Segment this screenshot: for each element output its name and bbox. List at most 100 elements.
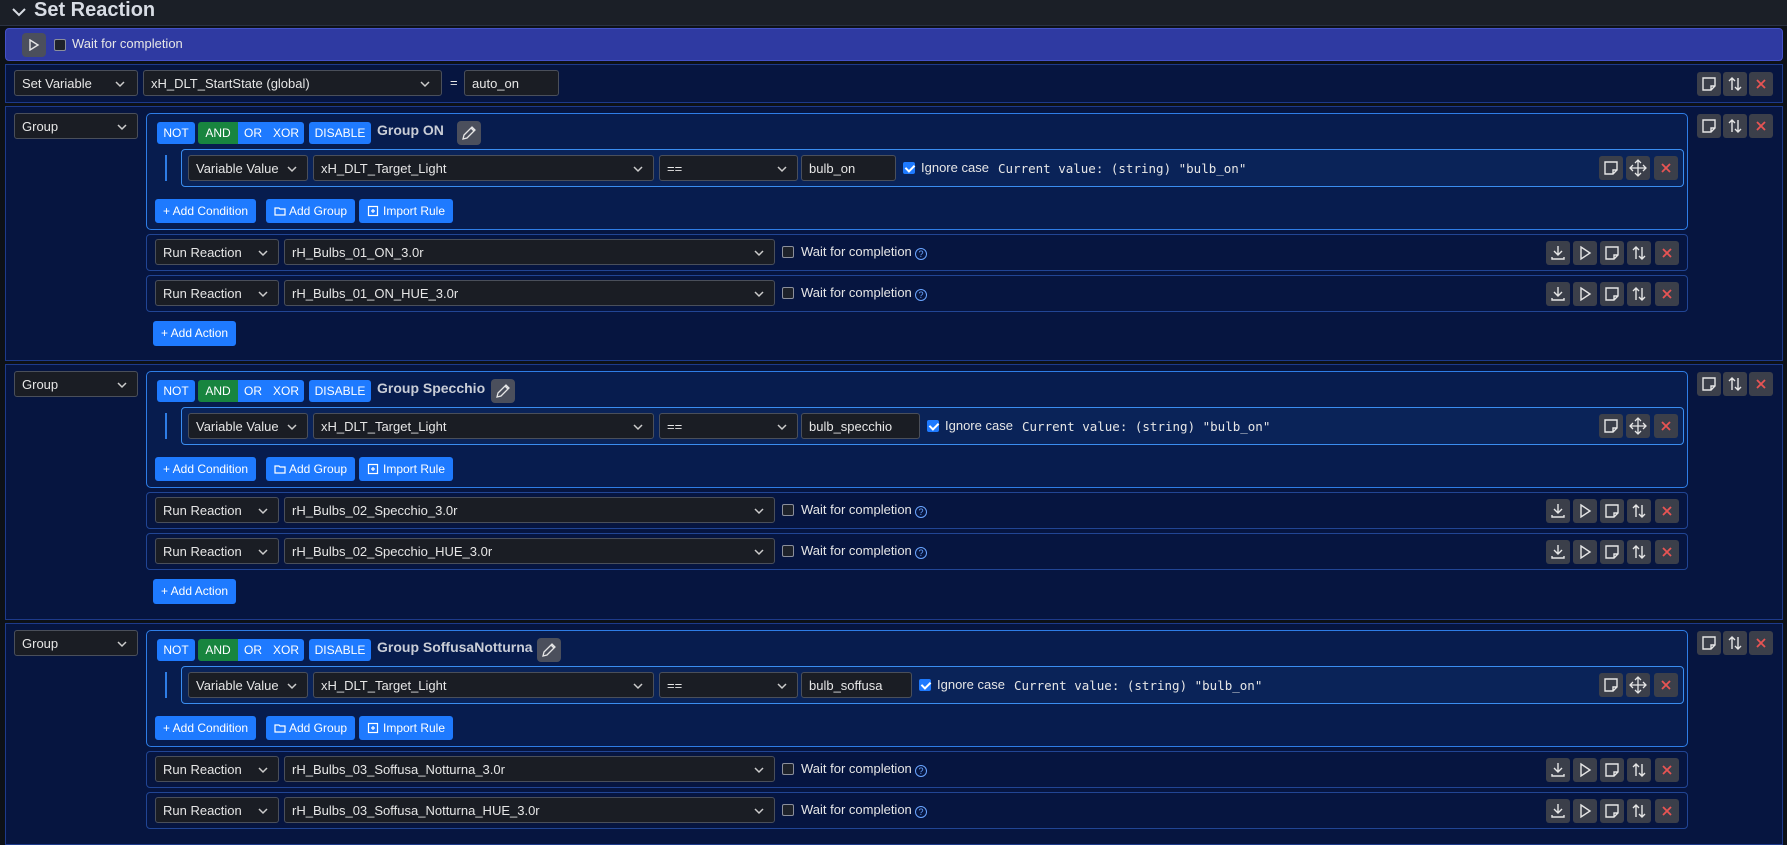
ignore-case-checkbox[interactable] [927, 420, 939, 432]
group-type-select[interactable]: Group [14, 630, 138, 656]
download-button[interactable] [1546, 540, 1570, 564]
group-delete-button[interactable] [1749, 114, 1773, 138]
run-button[interactable] [1573, 241, 1597, 265]
chevron-down-icon[interactable] [11, 4, 27, 20]
download-button[interactable] [1546, 758, 1570, 782]
xor-toggle[interactable]: XOR [268, 122, 304, 144]
add-condition-button[interactable]: + Add Condition [155, 716, 257, 740]
help-icon[interactable]: ? [915, 248, 927, 260]
or-toggle[interactable]: OR [238, 639, 268, 661]
run-button[interactable] [1573, 282, 1597, 306]
add-condition-button[interactable]: + Add Condition [155, 457, 257, 481]
help-icon[interactable]: ? [915, 806, 927, 818]
variable-select[interactable]: xH_DLT_StartState (global) [143, 70, 442, 96]
and-toggle[interactable]: AND [198, 122, 238, 144]
note-button[interactable] [1600, 241, 1624, 265]
wait-completion-checkbox[interactable] [782, 287, 794, 299]
and-toggle[interactable]: AND [198, 639, 238, 661]
condition-value-input[interactable]: bulb_soffusa [801, 672, 912, 698]
or-toggle[interactable]: OR [238, 122, 268, 144]
add-action-button[interactable]: + Add Action [153, 579, 237, 604]
run-button[interactable] [1573, 758, 1597, 782]
note-button[interactable] [1600, 540, 1624, 564]
help-icon[interactable]: ? [915, 506, 927, 518]
condition-note-button[interactable] [1599, 156, 1623, 180]
reorder-button[interactable] [1723, 72, 1747, 96]
action-type-select[interactable]: Run Reaction [155, 280, 279, 306]
reaction-select[interactable]: rH_Bulbs_03_Soffusa_Notturna_3.0r [284, 756, 775, 782]
disable-toggle[interactable]: DISABLE [309, 639, 371, 661]
import-rule-button[interactable]: Import Rule [359, 716, 454, 740]
note-button[interactable] [1600, 758, 1624, 782]
wait-completion-checkbox[interactable] [782, 545, 794, 557]
not-toggle[interactable]: NOT [157, 639, 195, 661]
group-type-select[interactable]: Group [14, 371, 138, 397]
disable-toggle[interactable]: DISABLE [309, 122, 371, 144]
download-button[interactable] [1546, 282, 1570, 306]
xor-toggle[interactable]: XOR [268, 380, 304, 402]
condition-delete-button[interactable] [1654, 156, 1678, 180]
edit-title-button[interactable] [457, 121, 481, 145]
group-note-button[interactable] [1697, 372, 1721, 396]
group-note-button[interactable] [1697, 631, 1721, 655]
group-delete-button[interactable] [1749, 372, 1773, 396]
action-type-select[interactable]: Run Reaction [155, 538, 279, 564]
condition-move-button[interactable] [1626, 156, 1650, 180]
ignore-case-checkbox[interactable] [903, 162, 915, 174]
add-action-button[interactable]: + Add Action [153, 321, 237, 346]
play-button[interactable] [22, 33, 46, 57]
reaction-select[interactable]: rH_Bulbs_01_ON_3.0r [284, 239, 775, 265]
action-type-select[interactable]: Run Reaction [155, 497, 279, 523]
wait-completion-checkbox[interactable] [54, 39, 66, 51]
run-button[interactable] [1573, 540, 1597, 564]
import-rule-button[interactable]: Import Rule [359, 457, 454, 481]
group-reorder-button[interactable] [1723, 631, 1747, 655]
condition-variable-select[interactable]: xH_DLT_Target_Light [313, 155, 654, 181]
add-condition-button[interactable]: + Add Condition [155, 199, 257, 223]
note-button[interactable] [1600, 282, 1624, 306]
add-group-button[interactable]: Add Group [266, 457, 356, 481]
help-icon[interactable]: ? [915, 765, 927, 777]
condition-note-button[interactable] [1599, 673, 1623, 697]
edit-title-button[interactable] [537, 638, 561, 662]
condition-variable-select[interactable]: xH_DLT_Target_Light [313, 413, 654, 439]
reaction-select[interactable]: rH_Bulbs_02_Specchio_3.0r [284, 497, 775, 523]
group-reorder-button[interactable] [1723, 114, 1747, 138]
help-icon[interactable]: ? [915, 547, 927, 559]
condition-note-button[interactable] [1599, 414, 1623, 438]
note-button[interactable] [1697, 72, 1721, 96]
condition-variable-select[interactable]: xH_DLT_Target_Light [313, 672, 654, 698]
and-toggle[interactable]: AND [198, 380, 238, 402]
delete-button[interactable] [1749, 72, 1773, 96]
action-type-select[interactable]: Run Reaction [155, 239, 279, 265]
note-button[interactable] [1600, 799, 1624, 823]
wait-completion-checkbox[interactable] [782, 504, 794, 516]
wait-completion-checkbox[interactable] [782, 804, 794, 816]
or-toggle[interactable]: OR [238, 380, 268, 402]
help-icon[interactable]: ? [915, 289, 927, 301]
reorder-button[interactable] [1627, 799, 1651, 823]
condition-move-button[interactable] [1626, 673, 1650, 697]
run-button[interactable] [1573, 799, 1597, 823]
condition-delete-button[interactable] [1654, 414, 1678, 438]
add-group-button[interactable]: Add Group [266, 716, 356, 740]
delete-button[interactable] [1655, 499, 1679, 523]
wait-completion-checkbox[interactable] [782, 246, 794, 258]
download-button[interactable] [1546, 241, 1570, 265]
condition-value-input[interactable]: bulb_specchio [801, 413, 920, 439]
reaction-select[interactable]: rH_Bulbs_01_ON_HUE_3.0r [284, 280, 775, 306]
condition-operator-select[interactable]: == [659, 672, 798, 698]
delete-button[interactable] [1655, 282, 1679, 306]
reorder-button[interactable] [1627, 241, 1651, 265]
group-type-select[interactable]: Group [14, 113, 138, 139]
not-toggle[interactable]: NOT [157, 122, 195, 144]
add-group-button[interactable]: Add Group [266, 199, 356, 223]
run-button[interactable] [1573, 499, 1597, 523]
delete-button[interactable] [1655, 758, 1679, 782]
group-reorder-button[interactable] [1723, 372, 1747, 396]
condition-operator-select[interactable]: == [659, 155, 798, 181]
action-type-select[interactable]: Run Reaction [155, 797, 279, 823]
delete-button[interactable] [1655, 540, 1679, 564]
delete-button[interactable] [1655, 799, 1679, 823]
condition-type-select[interactable]: Variable Value [188, 672, 308, 698]
